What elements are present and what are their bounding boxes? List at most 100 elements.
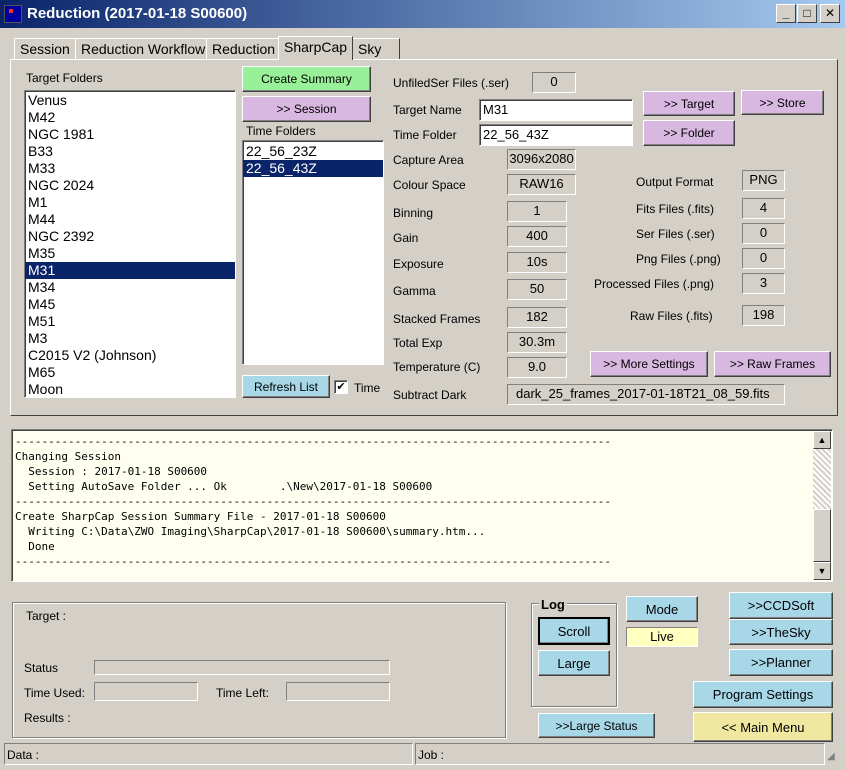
binning-label: Binning <box>393 206 434 220</box>
ser-files-value: 0 <box>742 223 785 244</box>
target-folder-item[interactable]: M35 <box>25 245 235 262</box>
resize-grip-icon[interactable]: ◢ <box>827 750 841 764</box>
colour-space-label: Colour Space <box>393 178 466 192</box>
unfiled-ser-label: UnfiledSer Files (.ser) <box>393 76 510 90</box>
maximize-button[interactable]: □ <box>797 4 817 23</box>
tab-sky[interactable]: Sky <box>352 38 400 59</box>
processed-files-label: Processed Files (.png) <box>594 277 715 291</box>
target-folders-header: Target Folders <box>26 71 103 85</box>
target-folder-item[interactable]: M33 <box>25 160 235 177</box>
log-text: ----------------------------------------… <box>15 435 612 568</box>
folder-button[interactable]: >> Folder <box>643 120 735 146</box>
target-folder-item[interactable]: Moon <box>25 381 235 397</box>
target-folder-item[interactable]: NGC 2392 <box>25 228 235 245</box>
time-checkbox[interactable]: ✔ <box>334 380 348 394</box>
target-folder-item[interactable]: M31 <box>25 262 235 279</box>
target-folder-item[interactable]: M44 <box>25 211 235 228</box>
tab-reduction[interactable]: Reduction <box>206 38 282 59</box>
raw-frames-button[interactable]: >> Raw Frames <box>714 351 831 377</box>
temperature-label: Temperature (C) <box>393 360 481 374</box>
target-name-input[interactable]: M31 <box>479 99 633 121</box>
target-folder-item[interactable]: M65 <box>25 364 235 381</box>
unfiled-ser-value: 0 <box>532 72 576 93</box>
stacked-frames-label: Stacked Frames <box>393 312 481 326</box>
subtract-dark-value: dark_25_frames_2017-01-18T21_08_59.fits <box>507 384 785 405</box>
time-folder-input[interactable]: 22_56_43Z <box>479 124 633 146</box>
create-summary-button[interactable]: Create Summary <box>242 66 371 92</box>
exposure-value: 10s <box>507 252 567 273</box>
scroll-down-icon[interactable]: ▼ <box>813 562 831 580</box>
scroll-up-icon[interactable]: ▲ <box>813 431 831 449</box>
status-progress-bar <box>94 660 390 675</box>
gamma-value: 50 <box>507 279 567 300</box>
large-status-button[interactable]: >>Large Status <box>538 713 655 738</box>
target-folder-item[interactable]: M34 <box>25 279 235 296</box>
output-format-label: Output Format <box>636 175 714 189</box>
time-left-label: Time Left: <box>216 686 269 700</box>
log-scroll-button[interactable]: Scroll <box>538 617 610 645</box>
target-folder-item[interactable]: NGC 1981 <box>25 126 235 143</box>
target-folders-list[interactable]: Venus M42 NGC 1981 B33 M33 NGC 2024 M1 M44 NGC 2… <box>24 90 236 398</box>
store-button[interactable]: >> Store <box>741 90 824 115</box>
more-settings-button[interactable]: >> More Settings <box>590 351 708 377</box>
target-button[interactable]: >> Target <box>643 91 735 116</box>
tab-reduction-workflow[interactable]: Reduction Workflow <box>75 38 212 59</box>
target-folder-item[interactable]: M1 <box>25 194 235 211</box>
scroll-track[interactable] <box>813 449 831 509</box>
close-button[interactable]: ✕ <box>820 4 840 23</box>
target-folder-item[interactable]: M51 <box>25 313 235 330</box>
program-settings-button[interactable]: Program Settings <box>693 681 833 708</box>
status-label: Status <box>24 661 59 675</box>
total-exp-value: 30.3m <box>507 332 567 353</box>
ser-files-label: Ser Files (.ser) <box>636 227 715 241</box>
minimize-button[interactable]: _ <box>776 4 796 23</box>
time-folder-label: Time Folder <box>393 128 457 142</box>
raw-files-value: 198 <box>742 305 785 326</box>
raw-files-label: Raw Files (.fits) <box>630 309 713 323</box>
subtract-dark-label: Subtract Dark <box>393 388 467 402</box>
target-folder-item[interactable]: M42 <box>25 109 235 126</box>
binning-value: 1 <box>507 201 567 222</box>
mode-button[interactable]: Mode <box>626 596 698 622</box>
thesky-button[interactable]: >>TheSky <box>729 619 833 645</box>
app-icon <box>4 5 22 23</box>
target-folder-item[interactable]: NGC 2024 <box>25 177 235 194</box>
time-folders-header: Time Folders <box>246 124 316 138</box>
target-folder-item[interactable]: Venus <box>25 92 235 109</box>
processed-files-value: 3 <box>742 273 785 294</box>
target-status-label: Target : <box>26 609 67 623</box>
fits-files-label: Fits Files (.fits) <box>636 202 714 216</box>
main-menu-button[interactable]: << Main Menu <box>693 712 833 742</box>
log-large-button[interactable]: Large <box>538 650 610 676</box>
log-scrollbar[interactable]: ▲ ▼ <box>813 431 831 580</box>
tab-sharpcap[interactable]: SharpCap <box>278 36 354 60</box>
planner-button[interactable]: >>Planner <box>729 649 833 676</box>
statusbar-data: Data : <box>4 743 413 765</box>
target-folder-item[interactable]: M45 <box>25 296 235 313</box>
log-group-title: Log <box>539 597 567 612</box>
ccdsoft-button[interactable]: >>CCDSoft <box>729 592 833 619</box>
capture-area-value: 3096x2080 <box>507 149 576 170</box>
window-title: Reduction (2017-01-18 S00600) <box>27 5 248 22</box>
exposure-label: Exposure <box>393 257 444 271</box>
refresh-list-button[interactable]: Refresh List <box>242 375 330 398</box>
results-label: Results : <box>24 711 71 725</box>
time-folders-list[interactable]: 22_56_23Z 22_56_43Z <box>242 140 384 365</box>
time-checkbox-label: Time <box>354 381 381 395</box>
time-folder-item[interactable]: 22_56_23Z <box>243 143 383 160</box>
gain-value: 400 <box>507 226 567 247</box>
target-folder-item[interactable]: C2015 V2 (Johnson) <box>25 347 235 364</box>
png-files-label: Png Files (.png) <box>636 252 721 266</box>
total-exp-label: Total Exp <box>393 336 443 350</box>
session-button[interactable]: >> Session <box>242 96 371 122</box>
gamma-label: Gamma <box>393 284 436 298</box>
stacked-frames-value: 182 <box>507 307 567 328</box>
target-name-label: Target Name <box>393 103 462 117</box>
tab-session[interactable]: Session <box>14 38 76 59</box>
log-output[interactable]: ----------------------------------------… <box>11 429 833 582</box>
time-used-label: Time Used: <box>24 686 85 700</box>
scroll-thumb[interactable] <box>813 509 831 562</box>
target-folder-item[interactable]: B33 <box>25 143 235 160</box>
target-folder-item[interactable]: M3 <box>25 330 235 347</box>
time-folder-item[interactable]: 22_56_43Z <box>243 160 383 177</box>
